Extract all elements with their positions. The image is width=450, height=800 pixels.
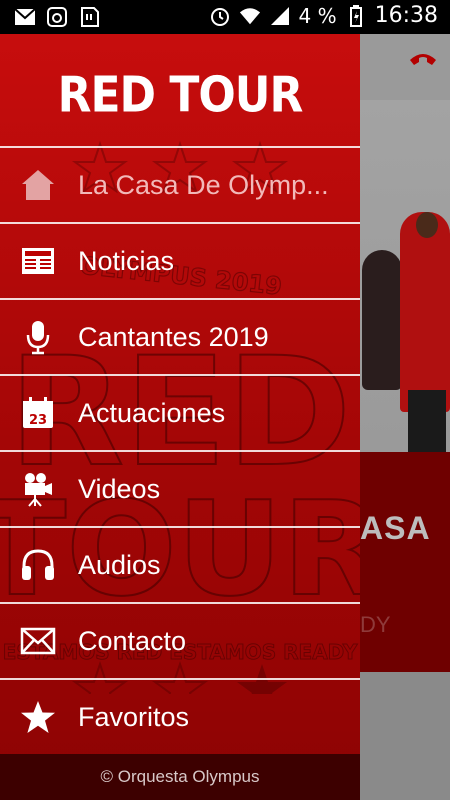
background-photo — [360, 100, 450, 470]
menu-item-label: Audios — [78, 549, 161, 580]
sd-card-icon — [78, 6, 100, 28]
menu-item-audios[interactable]: Audios — [0, 526, 360, 602]
menu-item-label: Videos — [78, 473, 161, 504]
menu-item-videos[interactable]: Videos — [0, 450, 360, 526]
star-icon — [20, 699, 56, 735]
mail-icon — [14, 6, 36, 28]
menu-item-actuaciones[interactable]: 23 Actuaciones — [0, 374, 360, 450]
clock: 16:38 — [374, 3, 438, 28]
background-app-header — [360, 34, 450, 102]
menu-item-label: Cantantes 2019 — [78, 321, 269, 352]
battery-charging-icon — [345, 4, 367, 27]
battery-percent: 4 % — [298, 3, 337, 28]
drawer-footer: © Orquesta Olympus — [0, 754, 360, 800]
signal-icon — [269, 5, 291, 27]
alarm-icon — [209, 5, 231, 27]
microphone-icon — [20, 319, 56, 355]
camera-icon — [46, 6, 68, 28]
background-app: ASA DY — [360, 34, 450, 800]
status-bar: 4 % 16:38 — [0, 0, 450, 34]
menu-item-contacto[interactable]: Contacto — [0, 602, 360, 678]
menu-item-favoritos[interactable]: Favoritos — [0, 678, 360, 756]
menu-item-noticias[interactable]: Noticias — [0, 222, 360, 298]
wifi-icon — [239, 5, 261, 27]
headphones-icon — [20, 547, 56, 583]
navigation-drawer: RED TOUR OLYMPUS 2019 RED TOUR ESTAMOS R… — [0, 34, 360, 800]
dancer-head — [416, 212, 438, 238]
menu-item-label: Actuaciones — [78, 397, 226, 428]
background-bottom — [360, 672, 450, 800]
newspaper-icon — [20, 243, 56, 279]
dancer-figure — [362, 250, 402, 390]
menu-item-cantantes[interactable]: Cantantes 2019 — [0, 298, 360, 374]
menu-item-la-casa[interactable]: La Casa De Olymp... — [0, 146, 360, 222]
drawer-menu: La Casa De Olymp... Noticias Cantantes 2… — [0, 146, 360, 756]
background-banner: ASA DY — [360, 452, 450, 672]
home-icon — [20, 167, 56, 203]
drawer-title: RED TOUR — [57, 66, 304, 125]
banner-text: ASA — [360, 510, 431, 546]
phone-icon[interactable] — [406, 48, 440, 87]
banner-subtext: DY — [360, 612, 391, 637]
video-camera-icon — [20, 471, 56, 507]
menu-item-label: La Casa De Olymp... — [78, 169, 329, 200]
menu-item-label: Noticias — [78, 245, 175, 276]
dancer-figure — [400, 212, 450, 412]
svg-text:23: 23 — [29, 413, 47, 428]
menu-item-label: Favoritos — [78, 701, 190, 732]
mail-icon — [20, 623, 56, 659]
menu-item-label: Contacto — [78, 625, 187, 656]
calendar-icon: 23 — [20, 395, 56, 431]
